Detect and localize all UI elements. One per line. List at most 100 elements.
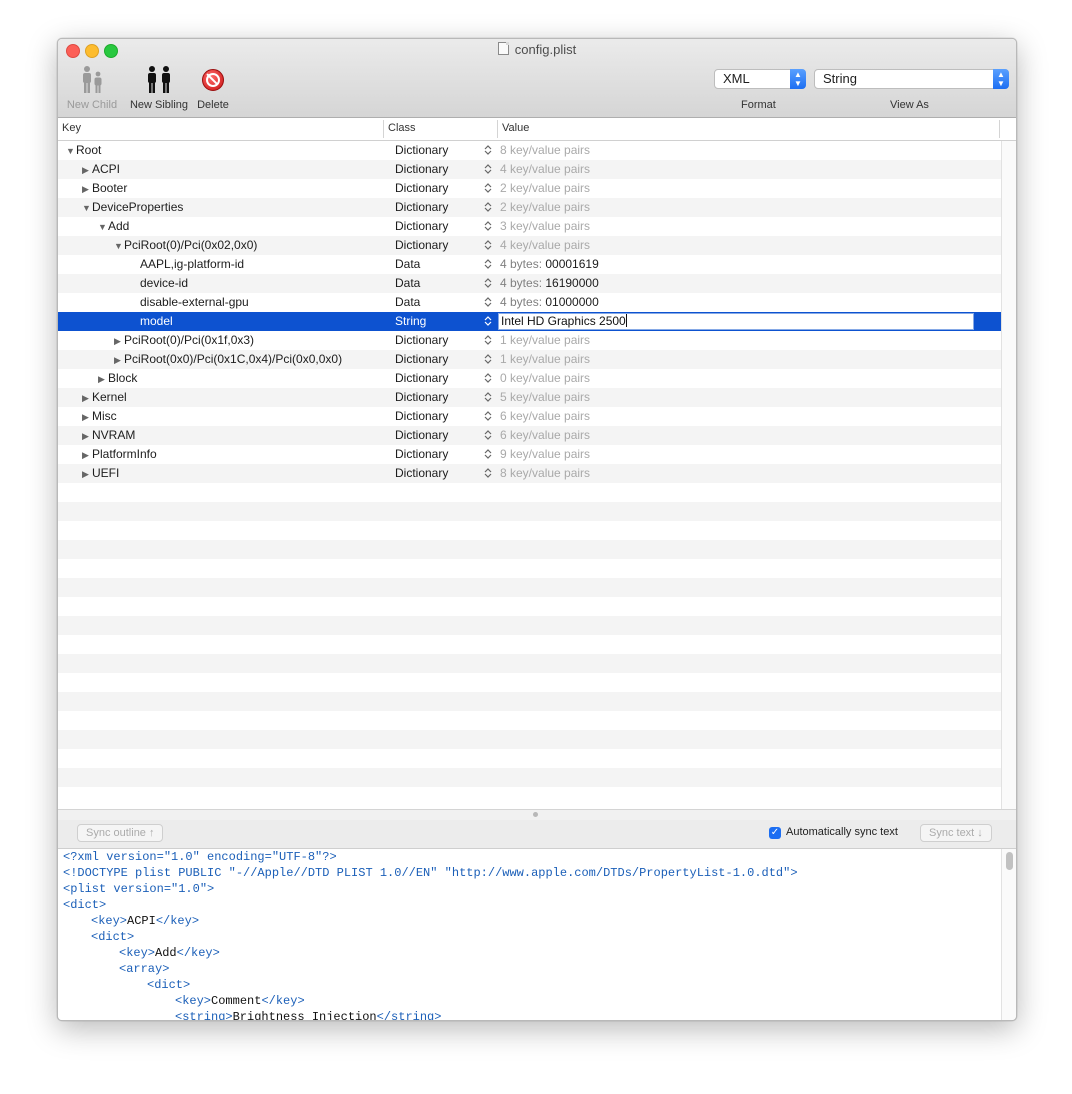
row-class[interactable]: Dictionary bbox=[395, 331, 448, 350]
new-child-button[interactable]: New Child bbox=[65, 65, 119, 113]
row-class[interactable]: Dictionary bbox=[395, 388, 448, 407]
outline-row[interactable]: disable-external-gpu Data 4 bytes: 0100000… bbox=[58, 293, 1001, 312]
sync-text-button[interactable]: Sync text ↓ bbox=[920, 824, 992, 842]
outline-row[interactable]: ▶ Kernel Dictionary 5 key/value pairs bbox=[58, 388, 1001, 407]
disclosure-collapsed-icon[interactable]: ▶ bbox=[82, 427, 92, 446]
outline-row[interactable]: ▶ PlatformInfo Dictionary 9 key/value pairs bbox=[58, 445, 1001, 464]
outline-row[interactable]: ▼Root Dictionary 8 key/value pairs bbox=[58, 141, 1001, 160]
class-stepper-icon[interactable] bbox=[484, 296, 492, 312]
class-stepper-icon[interactable] bbox=[484, 372, 492, 388]
row-class[interactable]: Dictionary bbox=[395, 198, 448, 217]
class-stepper-icon[interactable] bbox=[484, 429, 492, 445]
row-value[interactable]: 5 key/value pairs bbox=[500, 388, 590, 407]
column-divider[interactable] bbox=[497, 120, 498, 138]
outline-row[interactable]: ▶ Booter Dictionary 2 key/value pairs bbox=[58, 179, 1001, 198]
row-value[interactable]: 8 key/value pairs bbox=[500, 141, 590, 160]
class-stepper-icon[interactable] bbox=[484, 144, 492, 160]
column-header-class[interactable]: Class bbox=[388, 122, 416, 134]
row-value[interactable]: 2 key/value pairs bbox=[500, 198, 590, 217]
row-class[interactable]: Dictionary bbox=[395, 141, 448, 160]
class-stepper-icon[interactable] bbox=[484, 182, 492, 198]
outline-row[interactable]: ▼Add Dictionary 3 key/value pairs bbox=[58, 217, 1001, 236]
outline-row[interactable]: device-id Data 4 bytes: 16190000 bbox=[58, 274, 1001, 293]
disclosure-collapsed-icon[interactable]: ▶ bbox=[114, 332, 124, 351]
format-popup[interactable]: XML ▲ ▼ bbox=[714, 69, 806, 89]
sync-outline-button[interactable]: Sync outline ↑ bbox=[77, 824, 164, 842]
outline-row[interactable]: ▶ PciRoot(0)/Pci(0x1f,0x3) Dictionary 1 key… bbox=[58, 331, 1001, 350]
class-stepper-icon[interactable] bbox=[484, 220, 492, 236]
row-value[interactable]: 9 key/value pairs bbox=[500, 445, 590, 464]
row-class[interactable]: Dictionary bbox=[395, 445, 448, 464]
class-stepper-icon[interactable] bbox=[484, 163, 492, 179]
column-divider[interactable] bbox=[999, 120, 1000, 138]
disclosure-expanded-icon[interactable]: ▼ bbox=[98, 218, 108, 237]
row-class[interactable]: Data bbox=[395, 255, 420, 274]
class-stepper-icon[interactable] bbox=[484, 467, 492, 483]
auto-sync-checkbox[interactable]: ✓ bbox=[769, 827, 781, 839]
row-class[interactable]: Dictionary bbox=[395, 464, 448, 483]
row-value[interactable]: 4 bytes: 16190000 bbox=[500, 274, 599, 293]
disclosure-expanded-icon[interactable]: ▼ bbox=[114, 237, 124, 256]
outline-row[interactable]: ▶ Misc Dictionary 6 key/value pairs bbox=[58, 407, 1001, 426]
class-stepper-icon[interactable] bbox=[484, 239, 492, 255]
class-stepper-icon[interactable] bbox=[484, 353, 492, 369]
row-value[interactable]: 4 key/value pairs bbox=[500, 160, 590, 179]
disclosure-collapsed-icon[interactable]: ▶ bbox=[82, 389, 92, 408]
row-value[interactable]: 4 key/value pairs bbox=[500, 236, 590, 255]
outline-row[interactable]: ▶ PciRoot(0x0)/Pci(0x1C,0x4)/Pci(0x0,0x0)… bbox=[58, 350, 1001, 369]
row-value[interactable]: 1 key/value pairs bbox=[500, 350, 590, 369]
outline-row[interactable]: ▶ NVRAM Dictionary 6 key/value pairs bbox=[58, 426, 1001, 445]
row-value[interactable]: 1 key/value pairs bbox=[500, 331, 590, 350]
row-value[interactable]: 8 key/value pairs bbox=[500, 464, 590, 483]
row-class[interactable]: Dictionary bbox=[395, 160, 448, 179]
row-value[interactable]: 4 bytes: 01000000 bbox=[500, 293, 599, 312]
outline-row[interactable]: ▶ Block Dictionary 0 key/value pairs bbox=[58, 369, 1001, 388]
class-stepper-icon[interactable] bbox=[484, 201, 492, 217]
row-class[interactable]: Dictionary bbox=[395, 350, 448, 369]
disclosure-collapsed-icon[interactable]: ▶ bbox=[114, 351, 124, 370]
disclosure-expanded-icon[interactable]: ▼ bbox=[66, 142, 76, 161]
column-header-key[interactable]: Key bbox=[62, 122, 81, 134]
column-header-value[interactable]: Value bbox=[502, 122, 529, 134]
disclosure-expanded-icon[interactable]: ▼ bbox=[82, 199, 92, 218]
row-class[interactable]: Dictionary bbox=[395, 407, 448, 426]
row-class[interactable]: Dictionary bbox=[395, 369, 448, 388]
disclosure-collapsed-icon[interactable]: ▶ bbox=[82, 161, 92, 180]
class-stepper-icon[interactable] bbox=[484, 258, 492, 274]
row-class[interactable]: Data bbox=[395, 293, 420, 312]
row-class[interactable]: Dictionary bbox=[395, 426, 448, 445]
xml-text-view[interactable]: <?xml version="1.0" encoding="UTF-8"?> <!… bbox=[58, 849, 1001, 1020]
disclosure-collapsed-icon[interactable]: ▶ bbox=[98, 370, 108, 389]
class-stepper-icon[interactable] bbox=[484, 410, 492, 426]
disclosure-collapsed-icon[interactable]: ▶ bbox=[82, 465, 92, 484]
column-divider[interactable] bbox=[383, 120, 384, 138]
row-value[interactable]: 3 key/value pairs bbox=[500, 217, 590, 236]
row-value[interactable]: 0 key/value pairs bbox=[500, 369, 590, 388]
row-class[interactable]: Data bbox=[395, 274, 420, 293]
row-value[interactable]: 6 key/value pairs bbox=[500, 426, 590, 445]
row-value-editor[interactable]: Intel HD Graphics 2500 bbox=[498, 313, 974, 330]
outline-row[interactable]: ▶ ACPI Dictionary 4 key/value pairs bbox=[58, 160, 1001, 179]
row-class[interactable]: Dictionary bbox=[395, 179, 448, 198]
row-class[interactable]: String bbox=[395, 312, 426, 331]
disclosure-collapsed-icon[interactable]: ▶ bbox=[82, 180, 92, 199]
delete-button[interactable]: Delete bbox=[195, 65, 231, 113]
disclosure-collapsed-icon[interactable]: ▶ bbox=[82, 446, 92, 465]
outline-row[interactable]: ▼DeviceProperties Dictionary 2 key/value p… bbox=[58, 198, 1001, 217]
class-stepper-icon[interactable] bbox=[484, 315, 492, 331]
row-value[interactable]: 6 key/value pairs bbox=[500, 407, 590, 426]
disclosure-collapsed-icon[interactable]: ▶ bbox=[82, 408, 92, 427]
class-stepper-icon[interactable] bbox=[484, 277, 492, 293]
row-value[interactable]: 2 key/value pairs bbox=[500, 179, 590, 198]
row-class[interactable]: Dictionary bbox=[395, 236, 448, 255]
outline-row[interactable]: ▶ UEFI Dictionary 8 key/value pairs bbox=[58, 464, 1001, 483]
row-value[interactable]: 4 bytes: 00001619 bbox=[500, 255, 599, 274]
xml-scrollbar[interactable] bbox=[1001, 849, 1016, 1020]
view-as-popup[interactable]: String ▲ ▼ bbox=[814, 69, 1009, 89]
outline-row[interactable]: model String Intel HD Graphics 2500 bbox=[58, 312, 1001, 331]
class-stepper-icon[interactable] bbox=[484, 391, 492, 407]
scrollbar-thumb[interactable] bbox=[1006, 852, 1013, 870]
outline-row[interactable]: ▼PciRoot(0)/Pci(0x02,0x0) Dictionary 4 key… bbox=[58, 236, 1001, 255]
outline-row[interactable]: AAPL,ig-platform-id Data 4 bytes: 00001619 bbox=[58, 255, 1001, 274]
row-class[interactable]: Dictionary bbox=[395, 217, 448, 236]
